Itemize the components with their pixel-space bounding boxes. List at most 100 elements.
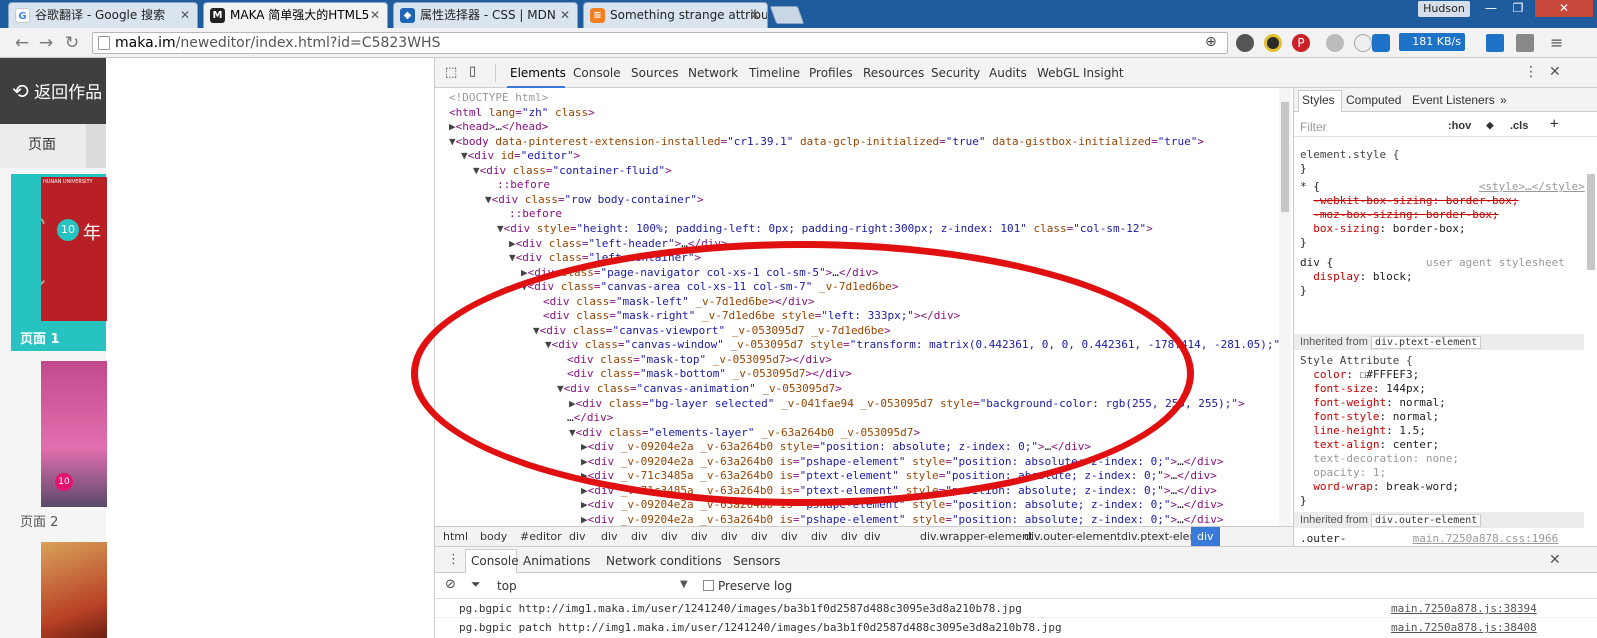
palette-icon[interactable]: ◆: [1486, 118, 1494, 133]
browser-tab-maka[interactable]: M MAKA 简单强大的HTML5 ✕: [203, 2, 388, 28]
tab-security[interactable]: Security: [931, 66, 980, 80]
style-rule-line[interactable]: -webkit-box-sizing: border-box;: [1300, 194, 1518, 207]
style-rule-line[interactable]: font-weight: normal;: [1300, 396, 1445, 409]
hover-state-toggle[interactable]: :hov: [1448, 120, 1471, 132]
forward-arrow-icon[interactable]: →: [36, 33, 56, 53]
device-mode-icon[interactable]: ▯: [469, 64, 476, 79]
maximize-icon[interactable]: ❐: [1505, 0, 1531, 17]
breadcrumb-item[interactable]: div: [1191, 527, 1220, 546]
dom-node-line[interactable]: ▶<div class="bg-layer selected" _v-041fa…: [569, 397, 1245, 411]
dom-node-line[interactable]: ▶<div _v-09204e2a _v-63a264b0 is="pshape…: [581, 513, 1223, 526]
address-bar[interactable]: maka.im/neweditor/index.html?id=C5823WHS…: [92, 32, 1228, 54]
style-rule-line[interactable]: }: [1300, 284, 1307, 297]
new-tab-button[interactable]: [769, 6, 805, 24]
class-toggle[interactable]: .cls: [1510, 120, 1528, 132]
close-drawer-icon[interactable]: ✕: [1549, 552, 1561, 568]
back-to-works-button[interactable]: ⟲ 返回作品: [0, 58, 106, 124]
reload-icon[interactable]: ↻: [62, 33, 82, 53]
network-icon[interactable]: [1372, 34, 1390, 52]
preserve-log-checkbox[interactable]: [703, 580, 714, 591]
close-icon[interactable]: ✕: [180, 3, 190, 27]
breadcrumb-item[interactable]: div: [569, 530, 586, 543]
breadcrumb-item[interactable]: div: [601, 530, 618, 543]
dom-node-line[interactable]: ▶<div _v-09204e2a _v-63a264b0 style="pos…: [581, 440, 1091, 454]
breadcrumb-item[interactable]: div: [691, 530, 708, 543]
console-source-link[interactable]: main.7250a878.js:38394: [1391, 602, 1537, 615]
dom-node-line[interactable]: <html lang="zh" class>: [449, 106, 595, 120]
inherited-selector[interactable]: div.outer-element: [1370, 514, 1482, 527]
dom-node-line[interactable]: ▼<div class="canvas-viewport" _v-053095d…: [533, 324, 891, 338]
tab-sources[interactable]: Sources: [631, 66, 678, 80]
style-rule-line[interactable]: element.style {: [1300, 148, 1399, 161]
style-rule-line[interactable]: text-decoration: none;: [1300, 452, 1459, 465]
dom-node-line[interactable]: ▶<div class="page-navigator col-xs-1 col…: [521, 266, 879, 280]
extension-icon[interactable]: [1516, 34, 1534, 52]
style-rule-line[interactable]: }: [1300, 494, 1307, 507]
breadcrumb-item[interactable]: div.outer-element: [1024, 530, 1121, 543]
user-profile-button[interactable]: Hudson: [1418, 1, 1470, 17]
zoom-icon[interactable]: ⊕: [1205, 34, 1217, 50]
style-rule-line[interactable]: color: ☐#FFFEF3;: [1300, 368, 1419, 381]
dom-node-line[interactable]: <div class="mask-right" _v-7d1ed6be styl…: [543, 309, 960, 323]
dom-node-line[interactable]: ▼<div id="editor">: [461, 149, 580, 163]
drawer-tab-animations[interactable]: Animations: [523, 554, 590, 568]
dom-node-line[interactable]: ▼<div class="canvas-area col-xs-11 col-s…: [521, 280, 899, 294]
menu-icon[interactable]: ≡: [1550, 33, 1563, 52]
browser-tab-stackoverflow[interactable]: ≡ Something strange attribu ✕: [583, 2, 768, 28]
dom-scrollbar[interactable]: [1279, 88, 1291, 526]
styles-filter-input[interactable]: Filter: [1300, 120, 1327, 134]
breadcrumb-item[interactable]: div.wrapper-element: [920, 530, 1033, 543]
breadcrumb-item[interactable]: div: [721, 530, 738, 543]
pinterest-icon[interactable]: P: [1292, 34, 1310, 52]
style-rule-line[interactable]: -moz-box-sizing: border-box;: [1300, 208, 1498, 221]
dom-node-line[interactable]: ▼<div class="row body-container">: [485, 193, 704, 207]
tab-timeline[interactable]: Timeline: [749, 66, 800, 80]
close-devtools-icon[interactable]: ✕: [1549, 64, 1561, 80]
dom-node-line[interactable]: ▼<div class="canvas-animation" _v-053095…: [557, 382, 842, 396]
tab-network[interactable]: Network: [688, 66, 738, 80]
extension-icon[interactable]: [1354, 34, 1372, 52]
tab-profiles[interactable]: Profiles: [809, 66, 853, 80]
close-icon[interactable]: ✕: [370, 3, 380, 27]
tab-console[interactable]: Console: [573, 66, 621, 80]
breadcrumb-item[interactable]: div: [811, 530, 828, 543]
dom-node-line[interactable]: <div class="mask-top" _v-053095d7></div>: [567, 353, 832, 367]
undo-icon[interactable]: ↶: [41, 213, 45, 238]
dom-node-line[interactable]: ::before: [497, 178, 550, 192]
tab-pages[interactable]: 页面: [0, 124, 106, 168]
drawer-menu-icon[interactable]: ⋮: [447, 552, 460, 567]
page-1-thumbnail[interactable]: HUNAN UNIVERSITY 10 年 ↶ ↷: [41, 177, 107, 321]
filter-icon[interactable]: ⏷: [471, 577, 481, 592]
dom-node-line[interactable]: ▼<div class="left-container">: [509, 251, 701, 265]
dom-node-line[interactable]: ▼<div class="container-fluid">: [473, 164, 672, 178]
redo-icon[interactable]: ↷: [41, 271, 45, 296]
breadcrumb-item[interactable]: div: [841, 530, 858, 543]
dom-node-line[interactable]: ▶<div _v-71c3485a _v-63a264b0 is="ptext-…: [581, 484, 1217, 498]
style-rule-line[interactable]: * { <style>…</style>: [1300, 180, 1585, 193]
clear-console-icon[interactable]: ⊘: [445, 577, 456, 592]
dom-node-line[interactable]: ▶<div _v-09204e2a _v-63a264b0 is="pshape…: [581, 455, 1223, 469]
browser-tab-google[interactable]: G 谷歌翻译 - Google 搜索 ✕: [8, 2, 198, 28]
browser-tab-mdn[interactable]: ◆ 属性选择器 - CSS | MDN ✕: [393, 2, 578, 28]
breadcrumb-item[interactable]: div: [631, 530, 648, 543]
context-select[interactable]: top: [497, 579, 517, 593]
breadcrumb-item[interactable]: #editor: [520, 530, 562, 543]
tab-elements[interactable]: Elements: [510, 66, 566, 80]
console-source-link[interactable]: main.7250a878.js:38408: [1391, 621, 1537, 634]
extension-icon[interactable]: [1236, 34, 1254, 52]
tab-audits[interactable]: Audits: [989, 66, 1027, 80]
tab-secondary[interactable]: [86, 124, 106, 168]
breadcrumb-item[interactable]: html: [443, 530, 468, 543]
dom-node-line[interactable]: ::before: [509, 207, 562, 221]
style-rule-line[interactable]: div { user agent stylesheet: [1300, 256, 1565, 269]
style-rule-line[interactable]: opacity: 1;: [1300, 466, 1386, 479]
style-rule-line[interactable]: text-align: center;: [1300, 438, 1439, 451]
dom-node-line[interactable]: ▶<head>…</head>: [449, 120, 548, 134]
drawer-tab-console[interactable]: Console: [471, 554, 519, 568]
style-rule-line[interactable]: }: [1300, 162, 1307, 175]
extension-icon[interactable]: [1326, 34, 1344, 52]
dom-tree[interactable]: <!DOCTYPE html> <html lang="zh" class> ▶<h…: [435, 88, 1279, 526]
inherited-selector[interactable]: div.ptext-element: [1370, 336, 1482, 349]
extension-icon[interactable]: [1264, 34, 1282, 52]
style-rule-line[interactable]: font-size: 144px;: [1300, 382, 1426, 395]
